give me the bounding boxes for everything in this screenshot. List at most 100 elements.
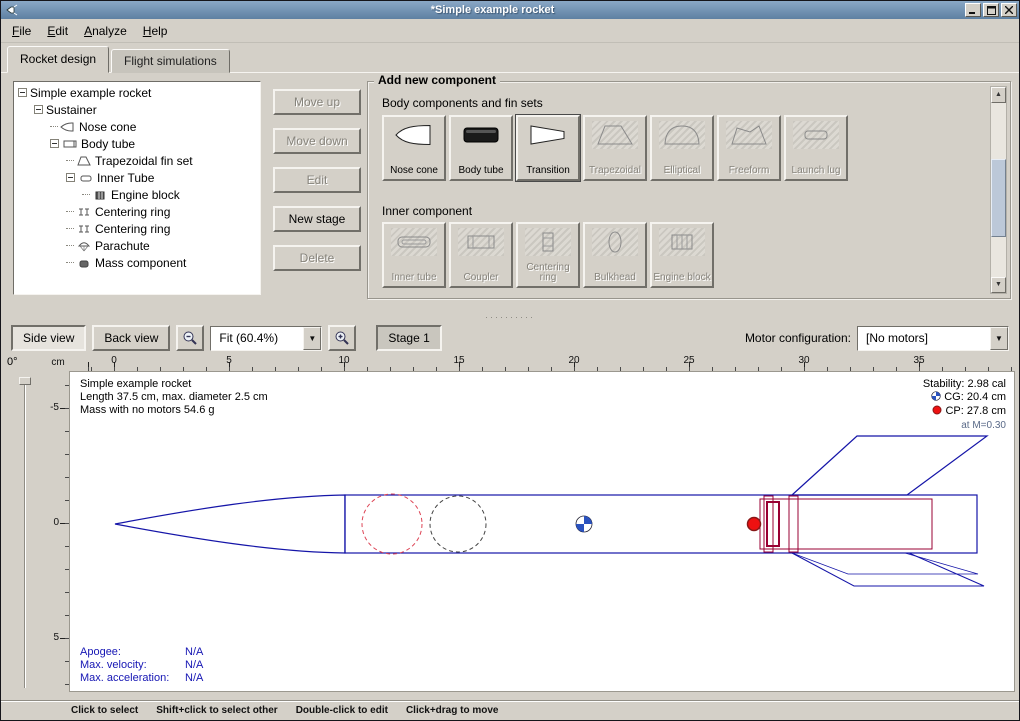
- rotation-slider[interactable]: [19, 377, 31, 688]
- stage-1-toggle[interactable]: Stage 1: [376, 325, 441, 351]
- engine-block-icon: [659, 228, 705, 256]
- h-tick-label: 35: [913, 355, 924, 366]
- inner-component-label: Inner component: [382, 204, 472, 218]
- chevron-down-icon[interactable]: ▼: [990, 327, 1008, 350]
- chevron-down-icon[interactable]: ▼: [303, 327, 321, 350]
- add-bulkhead-button[interactable]: Bulkhead: [583, 222, 647, 288]
- scroll-down-icon[interactable]: ▼: [991, 277, 1006, 293]
- component-tree[interactable]: Simple example rocket Sustainer Nose con…: [13, 81, 261, 295]
- tree-item-centering-ring-2[interactable]: Centering ring: [14, 220, 260, 237]
- tree-actions: Move up Move down Edit New stage Delete: [273, 89, 361, 271]
- tree-item-inner-tube[interactable]: Inner Tube: [14, 169, 260, 186]
- motor-configuration-select[interactable]: [No motors] ▼: [857, 326, 1009, 351]
- tree-item-parachute[interactable]: Parachute: [14, 237, 260, 254]
- cg-marker: [576, 516, 592, 532]
- body-tube-icon: [458, 121, 504, 149]
- tree-item-rocket[interactable]: Simple example rocket: [14, 84, 260, 101]
- tree-item-mass-component[interactable]: Mass component: [14, 254, 260, 271]
- maximize-button[interactable]: [983, 3, 999, 17]
- v-tick-label: 5: [53, 632, 59, 643]
- tree-item-trapezoidal-fin-set[interactable]: Trapezoidal fin set: [14, 152, 260, 169]
- add-inner-tube-button[interactable]: Inner tube: [382, 222, 446, 288]
- back-view-button[interactable]: Back view: [92, 325, 170, 351]
- hint-click-drag: Click+drag to move: [406, 705, 499, 720]
- minimize-button[interactable]: [965, 3, 981, 17]
- tree-item-engine-block[interactable]: Engine block: [14, 186, 260, 203]
- max-velocity-label: Max. velocity:: [80, 659, 185, 672]
- titlebar[interactable]: *Simple example rocket: [1, 1, 1019, 19]
- delete-button[interactable]: Delete: [273, 245, 361, 271]
- stability-label: Stability:: [923, 378, 965, 390]
- add-engine-block-button[interactable]: Engine block: [650, 222, 714, 288]
- move-down-button[interactable]: Move down: [273, 128, 361, 154]
- scroll-up-icon[interactable]: ▲: [991, 87, 1006, 103]
- trapezoidal-fin-icon: [592, 121, 638, 149]
- add-coupler-button[interactable]: Coupler: [449, 222, 513, 288]
- h-tick-label: 30: [798, 355, 809, 366]
- scrollbar-track[interactable]: [991, 103, 1006, 277]
- maximize-icon: [987, 6, 996, 15]
- collapse-icon[interactable]: [18, 88, 27, 97]
- rocket-mass: Mass with no motors 54.6 g: [80, 404, 268, 417]
- body-tube-icon: [62, 137, 78, 151]
- tree-item-centering-ring-1[interactable]: Centering ring: [14, 203, 260, 220]
- add-trapezoidal-fin-button[interactable]: Trapezoidal: [583, 115, 647, 181]
- zoom-out-icon: [182, 330, 198, 346]
- collapse-icon[interactable]: [34, 105, 43, 114]
- max-velocity-value: N/A: [185, 659, 203, 671]
- add-transition-button[interactable]: Transition: [516, 115, 580, 181]
- menu-file[interactable]: File: [5, 21, 38, 41]
- rocket-name: Simple example rocket: [80, 378, 268, 391]
- edit-button[interactable]: Edit: [273, 167, 361, 193]
- zoom-out-button[interactable]: [176, 325, 204, 351]
- hint-click-select: Click to select: [71, 705, 138, 720]
- h-tick-label: 10: [338, 355, 349, 366]
- new-stage-button[interactable]: New stage: [273, 206, 361, 232]
- horizontal-ruler: 0 5 10 15 20 25 30 35: [69, 355, 1015, 371]
- tab-rocket-design[interactable]: Rocket design: [7, 46, 109, 73]
- nose-cone-shape: [115, 495, 345, 553]
- rotation-slider-handle[interactable]: [19, 377, 31, 385]
- zoom-select[interactable]: Fit (60.4%) ▼: [210, 326, 322, 351]
- fin-set-icon: [76, 154, 92, 168]
- cg-label: CG:: [944, 391, 964, 403]
- add-nose-cone-button[interactable]: Nose cone: [382, 115, 446, 181]
- app-window: *Simple example rocket File Edit Analyze…: [0, 0, 1020, 721]
- add-launch-lug-button[interactable]: Launch lug: [784, 115, 848, 181]
- tab-flight-simulations[interactable]: Flight simulations: [111, 49, 230, 73]
- tree-item-nose-cone[interactable]: Nose cone: [14, 118, 260, 135]
- collapse-icon[interactable]: [50, 139, 59, 148]
- cp-icon: [932, 405, 942, 419]
- collapse-icon[interactable]: [66, 173, 75, 182]
- tree-item-sustainer[interactable]: Sustainer: [14, 101, 260, 118]
- add-centering-ring-button[interactable]: Centering ring: [516, 222, 580, 288]
- add-body-tube-button[interactable]: Body tube: [449, 115, 513, 181]
- v-tick-label: -5: [50, 402, 59, 413]
- menu-help[interactable]: Help: [136, 21, 175, 41]
- menu-analyze[interactable]: Analyze: [77, 21, 134, 41]
- panel-splitter[interactable]: ··········: [1, 313, 1019, 321]
- scrollbar-thumb[interactable]: [991, 159, 1006, 237]
- rocket-canvas[interactable]: Simple example rocket Length 37.5 cm, ma…: [69, 371, 1015, 692]
- fin-top-shape: [792, 436, 987, 495]
- menu-edit[interactable]: Edit: [40, 21, 75, 41]
- close-icon: [1005, 6, 1013, 14]
- nose-cone-icon: [391, 121, 437, 149]
- centering-ring-icon: [76, 205, 92, 219]
- elliptical-fin-icon: [659, 121, 705, 149]
- add-freeform-fin-button[interactable]: Freeform: [717, 115, 781, 181]
- body-tube-shape: [345, 495, 977, 553]
- move-up-button[interactable]: Move up: [273, 89, 361, 115]
- add-elliptical-fin-button[interactable]: Elliptical: [650, 115, 714, 181]
- zoom-in-button[interactable]: [328, 325, 356, 351]
- close-button[interactable]: [1001, 3, 1017, 17]
- minimize-icon: [969, 6, 977, 14]
- side-view-button[interactable]: Side view: [11, 325, 86, 351]
- centering-ring-icon: [525, 228, 571, 256]
- motor-configuration-label: Motor configuration:: [745, 331, 851, 345]
- component-scrollbar[interactable]: ▲ ▼: [990, 86, 1007, 294]
- cg-value: 20.4 cm: [967, 391, 1006, 403]
- tree-item-body-tube[interactable]: Body tube: [14, 135, 260, 152]
- rocket-dimensions: Length 37.5 cm, max. diameter 2.5 cm: [80, 391, 268, 404]
- view-toolbar: Side view Back view Fit (60.4%) ▼ Stage …: [1, 321, 1019, 355]
